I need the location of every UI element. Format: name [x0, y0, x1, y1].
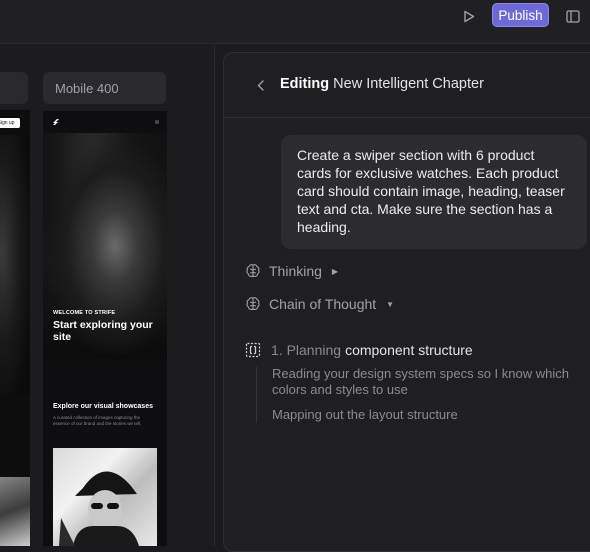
hero-title: Start exploring your site: [53, 319, 153, 343]
thinking-toggle[interactable]: Thinking ▶: [245, 261, 338, 281]
component-structure-icon: [245, 342, 261, 358]
frame-label-chip[interactable]: [0, 72, 28, 104]
signup-button-preview: Sign up: [0, 118, 20, 128]
showcase-photo-preview: [53, 448, 157, 546]
desktop-frame-preview[interactable]: Sign up: [0, 110, 30, 546]
caret-right-icon: ▶: [331, 266, 339, 276]
portrait-illustration: [59, 471, 139, 546]
editing-label: Editing: [280, 76, 330, 92]
section-description: A curated collection of images capturing…: [53, 415, 142, 426]
step-number: 1. Planning: [271, 342, 342, 358]
chevron-left-icon: [257, 79, 264, 91]
step-connector: [256, 367, 257, 423]
brand-logo-icon: [53, 119, 59, 125]
chapter-name: New Intelligent Chapter: [333, 76, 484, 92]
preview-play-button[interactable]: [458, 6, 480, 26]
thinking-label: Thinking: [269, 263, 322, 279]
hero-image-preview: [0, 135, 30, 395]
back-button[interactable]: [253, 77, 267, 93]
chain-of-thought-label: Chain of Thought: [269, 296, 377, 312]
section-title: Explore our visual showcases: [53, 403, 153, 410]
caret-down-icon: ▼: [386, 299, 395, 309]
panel-title: Editing New Intelligent Chapter: [280, 76, 484, 92]
substep-item: Reading your design system specs so I kn…: [272, 366, 569, 397]
canvas-divider: [214, 45, 215, 546]
sidebar-toggle-icon: [566, 9, 580, 23]
menu-icon: [155, 120, 159, 124]
mobile-frame-preview[interactable]: WELCOME TO STRIFE Start exploring your s…: [43, 111, 167, 546]
play-icon: [464, 10, 475, 22]
sidebar-toggle-button[interactable]: [562, 6, 584, 26]
chain-of-thought-toggle[interactable]: Chain of Thought ▼: [245, 294, 394, 314]
mobile-frame-label[interactable]: Mobile 400: [43, 72, 166, 104]
hero-eyebrow: WELCOME TO STRIFE: [53, 310, 116, 316]
brain-icon: [246, 264, 260, 278]
showcase-image-preview: [0, 477, 30, 546]
publish-button[interactable]: Publish: [492, 3, 549, 27]
brain-icon: [246, 297, 260, 311]
user-prompt-bubble: Create a swiper section with 6 product c…: [281, 135, 587, 249]
step-title: component structure: [345, 342, 473, 358]
substep-item: Mapping out the layout structure: [272, 407, 458, 422]
planning-step: 1. Planning component structure: [245, 341, 473, 359]
